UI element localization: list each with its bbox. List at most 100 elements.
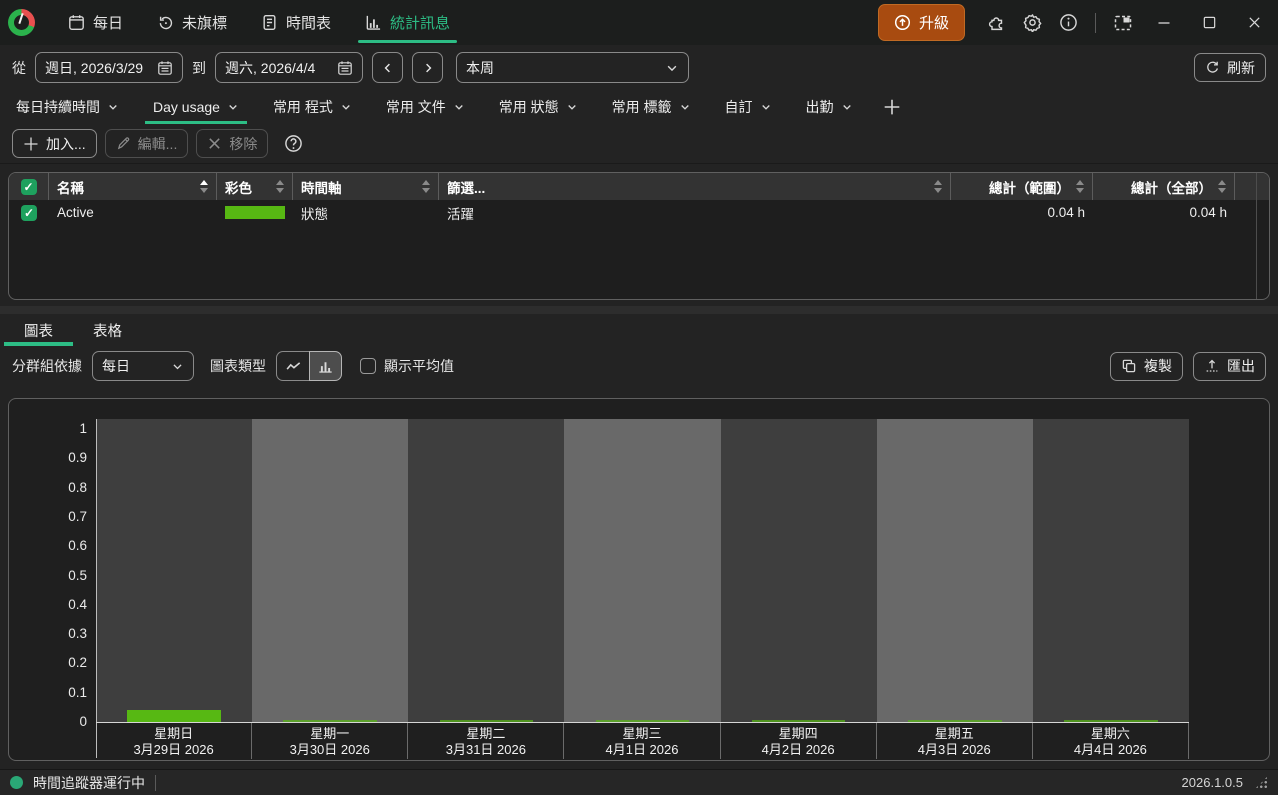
export-button[interactable]: 匯出: [1193, 352, 1266, 381]
prev-period-button[interactable]: [372, 52, 403, 83]
column-header-name[interactable]: 名稱: [49, 173, 217, 200]
date-range-bar: 從 週日, 2026/3/29 到 週六, 2026/4/4 本周 刷新: [0, 45, 1278, 90]
column-header-color[interactable]: 彩色: [217, 173, 293, 200]
tab-statistics[interactable]: 統計訊息: [352, 0, 463, 45]
sort-indicator[interactable]: [276, 180, 284, 193]
export-icon: [1204, 358, 1220, 374]
chevron-down-icon: [227, 101, 239, 113]
close-button[interactable]: [1240, 15, 1268, 30]
checkbox-checked-icon[interactable]: [21, 179, 37, 195]
show-average-option[interactable]: 顯示平均值: [360, 356, 454, 376]
to-label: 到: [192, 58, 206, 78]
column-header-total-all[interactable]: 總計（全部）: [1093, 173, 1235, 200]
column-header-filter[interactable]: 篩選...: [439, 173, 951, 200]
info-icon[interactable]: [1059, 13, 1078, 32]
sort-indicator[interactable]: [934, 180, 942, 193]
calendar-icon[interactable]: [337, 60, 353, 76]
column-header-timeline[interactable]: 時間軸: [293, 173, 439, 200]
period-preset-select[interactable]: 本周: [456, 52, 689, 83]
y-tick-label: 1: [15, 421, 87, 436]
chevron-down-icon: [566, 101, 578, 113]
layout-mode-icon[interactable]: [1113, 13, 1133, 33]
document-icon: [261, 14, 278, 31]
tab-unflagged[interactable]: 未旗標: [144, 0, 240, 45]
y-axis-line: [96, 419, 97, 758]
column-label: 名稱: [57, 177, 194, 197]
stat-tab-attendance[interactable]: 出勤: [794, 90, 865, 124]
stat-tab-daily-duration[interactable]: 每日持續時間: [4, 90, 131, 124]
sort-indicator[interactable]: [1218, 180, 1226, 193]
y-tick-label: 0.5: [15, 568, 87, 583]
chevron-down-icon: [453, 101, 465, 113]
app-logo-icon: [8, 9, 35, 36]
row-checkbox-cell[interactable]: [9, 205, 49, 221]
table-scrollbar[interactable]: [1256, 200, 1269, 225]
cell-color: [217, 206, 293, 219]
table-scrollbar[interactable]: [1256, 173, 1269, 200]
stat-tab-top-apps[interactable]: 常用 程式: [261, 90, 364, 124]
titlebar: 每日 未旗標 時間表 統計訊息 升級: [0, 0, 1278, 45]
view-tab-chart[interactable]: 圖表: [4, 314, 73, 346]
cell-total-range: 0.04 h: [951, 205, 1093, 220]
refresh-button[interactable]: 刷新: [1194, 53, 1266, 82]
help-icon[interactable]: [284, 134, 303, 153]
y-tick-label: 0.1: [15, 685, 87, 700]
column-header-total-range[interactable]: 總計（範圍）: [951, 173, 1093, 200]
group-by-select[interactable]: 每日: [92, 351, 194, 381]
stat-tab-top-files[interactable]: 常用 文件: [374, 90, 477, 124]
chart-column: [721, 419, 877, 722]
stat-tab-label: 常用 文件: [386, 97, 446, 117]
stat-tab-label: 常用 狀態: [499, 97, 559, 117]
view-tab-table[interactable]: 表格: [73, 314, 142, 346]
x-tick-label: 星期四4月2日 2026: [721, 723, 877, 759]
sort-indicator[interactable]: [1076, 180, 1084, 193]
stat-tab-day-usage[interactable]: Day usage: [141, 90, 251, 124]
table-row[interactable]: Active 狀態 活躍 0.04 h 0.04 h: [9, 200, 1269, 225]
upgrade-arrow-icon: [894, 14, 911, 31]
table-scrollbar[interactable]: [1256, 225, 1269, 299]
column-label: 彩色: [225, 177, 270, 197]
sort-indicator[interactable]: [422, 180, 430, 193]
add-series-button[interactable]: 加入...: [12, 129, 97, 158]
x-tick-label: 星期一3月30日 2026: [252, 723, 408, 759]
remove-series-button[interactable]: 移除: [196, 129, 268, 158]
table-empty-area: [9, 225, 1269, 299]
group-by-value: 每日: [102, 356, 130, 376]
maximize-button[interactable]: [1195, 15, 1223, 30]
calendar-day-icon: [68, 14, 85, 31]
cell-timeline: 狀態: [293, 203, 439, 223]
line-chart-type-button[interactable]: [276, 351, 309, 381]
select-all-checkbox-cell[interactable]: [9, 173, 49, 200]
checkbox-checked-icon[interactable]: [21, 205, 37, 221]
version-text: 2026.1.0.5: [1182, 775, 1243, 790]
from-label: 從: [12, 58, 26, 78]
column-label: 總計（全部）: [1101, 177, 1212, 197]
upgrade-button[interactable]: 升級: [878, 4, 965, 41]
x-tick-label: 星期日3月29日 2026: [96, 723, 252, 759]
remove-label: 移除: [229, 134, 257, 154]
calendar-icon[interactable]: [157, 60, 173, 76]
next-period-button[interactable]: [412, 52, 443, 83]
sort-indicator-asc[interactable]: [200, 180, 208, 193]
resize-grip[interactable]: [1255, 776, 1268, 789]
view-tab-label: 圖表: [24, 320, 53, 341]
edit-series-button[interactable]: 編輯...: [105, 129, 189, 158]
tab-timesheet[interactable]: 時間表: [248, 0, 344, 45]
copy-button[interactable]: 複製: [1110, 352, 1183, 381]
y-tick-label: 0.4: [15, 597, 87, 612]
panel-splitter[interactable]: [0, 306, 1278, 314]
from-date-input[interactable]: 週日, 2026/3/29: [35, 52, 183, 83]
chevron-down-icon: [171, 360, 184, 373]
settings-gear-icon[interactable]: [1023, 13, 1042, 32]
bar-chart-type-button[interactable]: [309, 351, 342, 381]
checkbox-unchecked-icon[interactable]: [360, 358, 376, 374]
stat-tab-top-states[interactable]: 常用 狀態: [487, 90, 590, 124]
minimize-button[interactable]: [1150, 15, 1178, 31]
cell-total-all: 0.04 h: [1093, 205, 1235, 220]
stat-tab-custom[interactable]: 自訂: [713, 90, 784, 124]
tab-daily[interactable]: 每日: [55, 0, 136, 45]
stat-tab-top-tags[interactable]: 常用 標籤: [600, 90, 703, 124]
add-stat-tab-button[interactable]: [875, 90, 909, 124]
extensions-puzzle-icon[interactable]: [987, 13, 1006, 32]
to-date-input[interactable]: 週六, 2026/4/4: [215, 52, 363, 83]
